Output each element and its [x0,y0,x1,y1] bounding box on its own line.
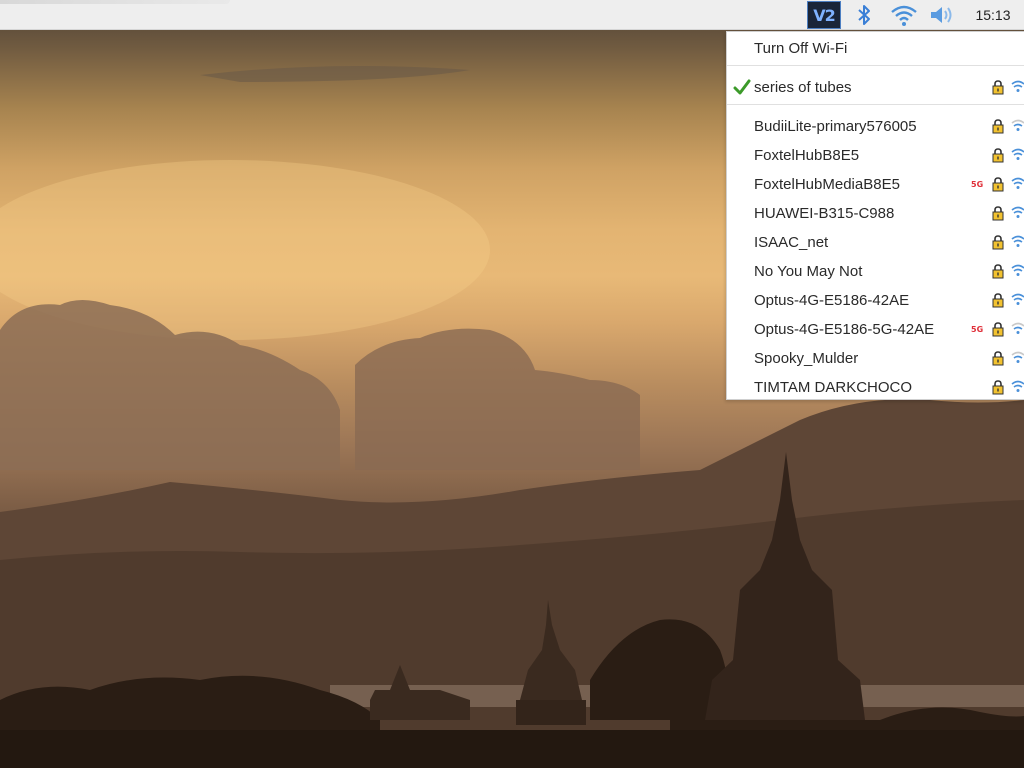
signal-strength-icon [1011,148,1024,160]
network-item[interactable]: No You May Not [727,257,1024,285]
connected-network-ssid: series of tubes [754,78,852,96]
network-ssid: No You May Not [754,262,863,280]
volume-icon [931,7,952,23]
turn-off-wifi-label: Turn Off Wi-Fi [754,39,848,57]
network-ssid: Spooky_Mulder [754,349,859,367]
clock[interactable]: 15:13 [966,0,1020,30]
network-item[interactable]: ISAAC_net [727,228,1024,256]
network-ssid: Optus-4G-E5186-5G-42AE [754,320,935,338]
signal-strength-icon [1011,177,1024,189]
signal-strength-icon [1011,80,1024,92]
wifi-icon [891,5,917,26]
network-ssid: Optus-4G-E5186-42AE [754,291,910,309]
lock-icon [992,293,1004,308]
lock-icon [992,351,1004,366]
lock-icon [992,206,1004,221]
lock-icon [992,80,1004,95]
network-item[interactable]: FoxtelHubB8E5 [727,141,1024,169]
lock-icon [992,322,1004,337]
vnc-icon-label: V2 [813,5,835,25]
top-panel: V2 15:13 [0,0,1024,30]
network-item[interactable]: Optus-4G-E5186-5G-42AE 5G [727,315,1024,343]
band-badge: 5G [971,324,984,334]
network-item[interactable]: BudiiLite-primary576005 [727,112,1024,140]
network-item[interactable]: Spooky_Mulder [727,344,1024,372]
turn-off-wifi-item[interactable]: Turn Off Wi-Fi [727,34,1024,62]
lock-icon [992,264,1004,279]
lock-icon [992,119,1004,134]
network-ssid: BudiiLite-primary576005 [754,117,917,135]
vnc-tray-button[interactable]: V2 [806,0,842,30]
signal-strength-icon [1011,380,1024,392]
bluetooth-tray-button[interactable] [850,0,878,30]
signal-strength-icon [1011,264,1024,276]
network-ssid: FoxtelHubMediaB8E5 [754,175,900,193]
lock-icon [992,380,1004,395]
menu-separator [727,65,1024,66]
signal-strength-icon [1011,235,1024,247]
panel-left-edge [0,0,230,4]
network-item[interactable]: FoxtelHubMediaB8E5 5G [727,170,1024,198]
signal-strength-icon [1011,293,1024,305]
checkmark-icon [733,79,751,95]
signal-strength-icon [1011,206,1024,218]
lock-icon [992,148,1004,163]
signal-strength-icon [1011,322,1024,334]
network-item[interactable]: HUAWEI-B315-C988 [727,199,1024,227]
wifi-tray-button[interactable] [888,0,920,30]
band-badge: 5G [971,179,984,189]
signal-strength-icon [1011,351,1024,363]
lock-icon [992,177,1004,192]
network-ssid: HUAWEI-B315-C988 [754,204,895,222]
network-item[interactable]: Optus-4G-E5186-42AE [727,286,1024,314]
bluetooth-icon [858,5,870,25]
network-ssid: ISAAC_net [754,233,829,251]
lock-icon [992,235,1004,250]
vnc-icon: V2 [807,1,841,29]
signal-strength-icon [1011,119,1024,131]
network-item[interactable]: TIMTAM DARKCHOCO [727,373,1024,401]
network-ssid: FoxtelHubB8E5 [754,146,860,164]
connected-network-item[interactable]: series of tubes [727,73,1024,101]
network-ssid: TIMTAM DARKCHOCO [754,378,913,396]
volume-tray-button[interactable] [926,0,958,30]
menu-separator [727,104,1024,105]
wifi-network-menu: Turn Off Wi-Fi series of tubes BudiiLite… [726,31,1024,400]
